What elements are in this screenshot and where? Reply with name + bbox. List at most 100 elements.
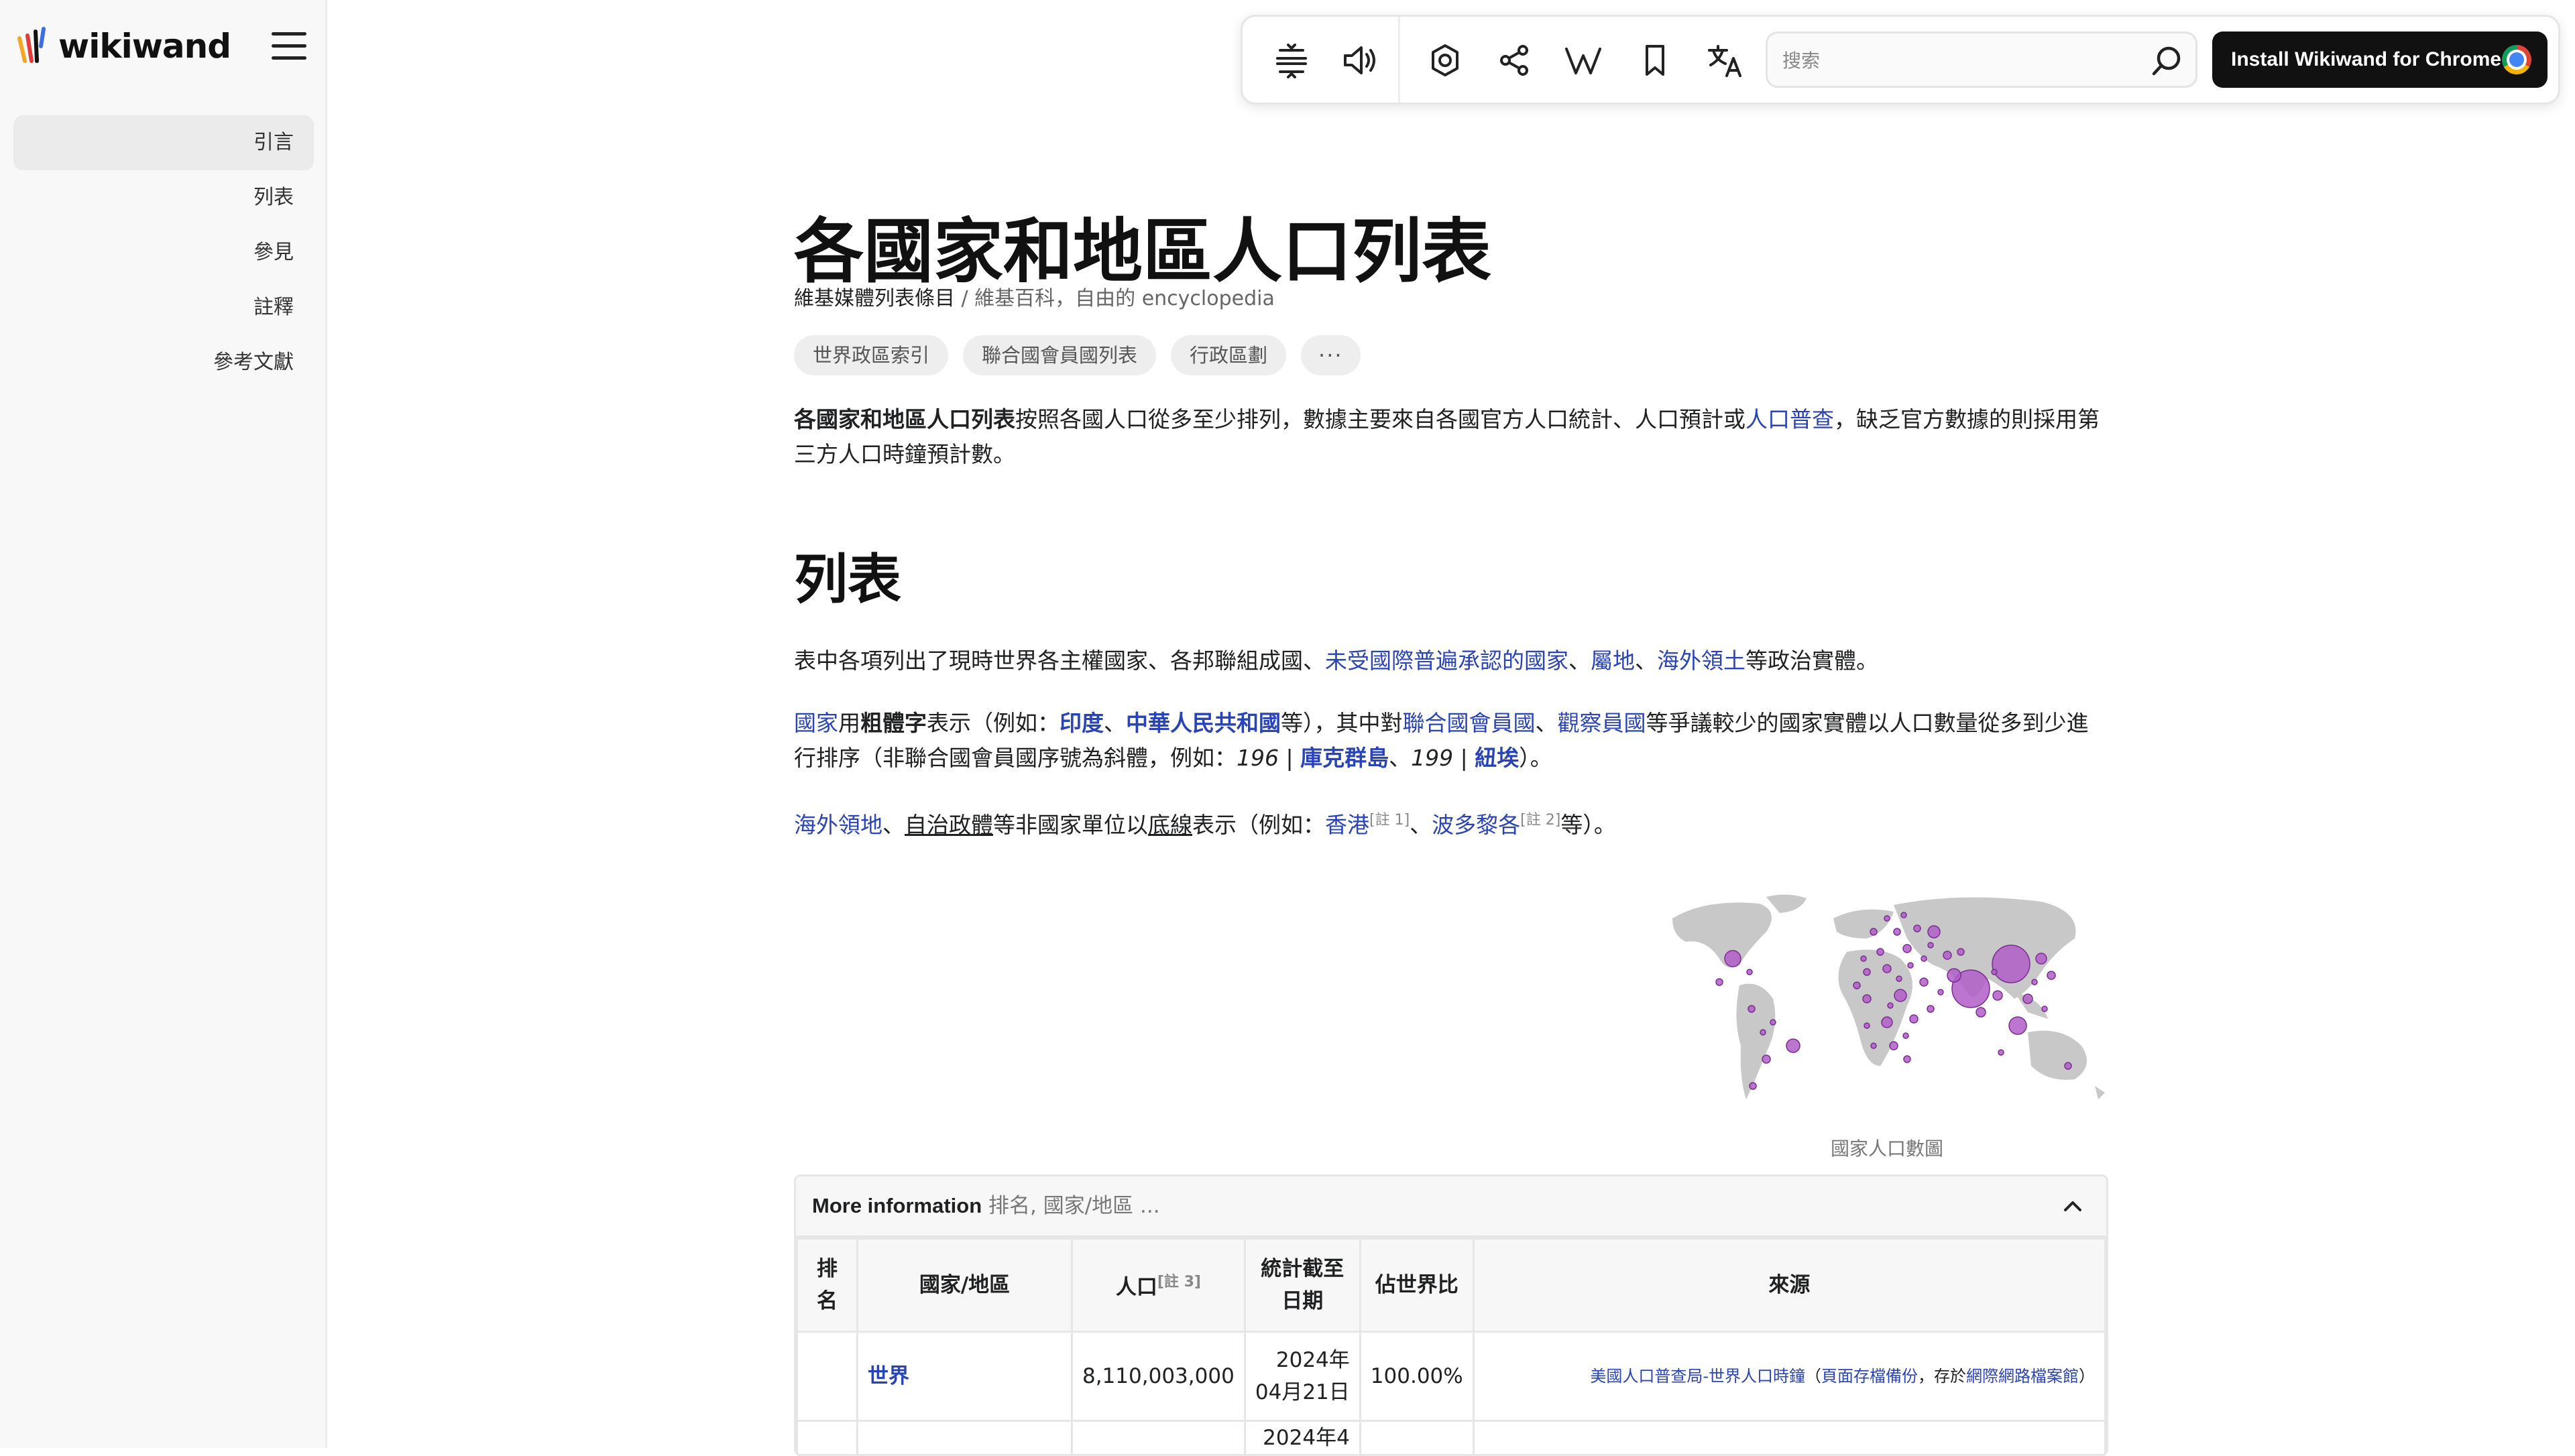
link-overseas-land[interactable]: 海外領地 bbox=[794, 812, 882, 838]
table-collapse-header[interactable]: More information 排名, 國家/地區 ... bbox=[796, 1176, 2106, 1237]
p2-italic-196: 196 bbox=[1237, 745, 1279, 771]
p2-sep: 、 bbox=[1104, 710, 1126, 736]
subtitle-source: / 維基百科，自由的 encyclopedia bbox=[955, 287, 1275, 310]
cell-date-line-2: 04月21日 bbox=[1255, 1380, 1350, 1404]
sidebar: wikiwand 引言 列表 參見 註釋 參考文獻 bbox=[0, 0, 327, 1448]
link-niue[interactable]: 紐埃 bbox=[1475, 745, 1519, 771]
table-header-label: More information 排名, 國家/地區 ... bbox=[812, 1176, 1160, 1235]
toc-item-intro[interactable]: 引言 bbox=[13, 115, 314, 170]
col-country[interactable]: 國家/地區 bbox=[858, 1239, 1072, 1332]
list-paragraph-1: 表中各項列出了現時世界各主權國家、各邦聯組成國、未受國際普遍承認的國家、屬地、海… bbox=[794, 644, 2108, 678]
section-heading-list: 列表 bbox=[794, 536, 901, 614]
link-country[interactable]: 國家 bbox=[794, 710, 838, 736]
p1-text: 表中各項列出了現時世界各主權國家、各邦聯組成國、 bbox=[794, 648, 1325, 674]
link-puerto-rico[interactable]: 波多黎各 bbox=[1432, 812, 1520, 838]
col-population[interactable]: 人口[註 3] bbox=[1072, 1239, 1245, 1332]
col-population-note[interactable]: [註 3] bbox=[1157, 1274, 1201, 1290]
text-density-icon[interactable] bbox=[1268, 37, 1315, 84]
subtitle-category: 維基媒體列表條目 bbox=[794, 287, 955, 310]
settings-icon[interactable] bbox=[1422, 37, 1469, 84]
toc-item-see-also[interactable]: 參見 bbox=[13, 225, 314, 280]
toc-item-notes[interactable]: 註釋 bbox=[13, 280, 314, 335]
wikiwand-logo[interactable]: wikiwand bbox=[17, 23, 231, 70]
more-info-columns: 排名, 國家/地區 ... bbox=[982, 1194, 1159, 1218]
p2-text-5: ）。 bbox=[1519, 745, 1552, 771]
table-row: 世界 8,110,003,000 2024年04月21日 100.00% 美國人… bbox=[797, 1332, 2106, 1421]
chips-more-button[interactable]: ··· bbox=[1301, 335, 1361, 375]
col-source[interactable]: 來源 bbox=[1473, 1239, 2105, 1332]
wikiwand-logo-icon bbox=[17, 26, 48, 66]
map-caption: 國家人口數圖 bbox=[1666, 1134, 2108, 1161]
chip-un-members[interactable]: 聯合國會員國列表 bbox=[963, 335, 1156, 375]
chevron-up-icon[interactable] bbox=[2059, 1193, 2086, 1219]
p2-bar-2: | bbox=[1453, 745, 1475, 771]
link-hong-kong[interactable]: 香港 bbox=[1325, 812, 1369, 838]
page-title: 各國家和地區人口列表 bbox=[794, 194, 1491, 296]
intro-text: 按照各國人口從多至少排列，數據主要來自各國官方人口統計、人口預計或 bbox=[1015, 406, 1746, 432]
page-subtitle: 維基媒體列表條目 / 維基百科，自由的 encyclopedia bbox=[794, 282, 1275, 311]
toolbar: Install Wikiwand for Chrome bbox=[1241, 15, 2560, 105]
population-map[interactable] bbox=[1666, 892, 2108, 1119]
cell-rank bbox=[797, 1421, 858, 1456]
cell-share bbox=[1360, 1421, 1473, 1456]
link-internet-archive[interactable]: 網際網路檔案館 bbox=[1966, 1367, 2079, 1386]
population-data-table: 排名 國家/地區 人口[註 3] 統計截至日期 佔世界比 來源 世界 8,110… bbox=[796, 1237, 2106, 1456]
cell-population: 8,110,003,000 bbox=[1072, 1332, 1245, 1421]
toc-item-list[interactable]: 列表 bbox=[13, 170, 314, 225]
population-table: More information 排名, 國家/地區 ... 排名 國家/地區 … bbox=[794, 1174, 2108, 1456]
search-icon[interactable] bbox=[2150, 44, 2183, 78]
search-box bbox=[1766, 32, 2197, 88]
src-text-2: ，存於 bbox=[1918, 1367, 1966, 1386]
bookmark-icon[interactable] bbox=[1632, 37, 1678, 84]
install-chrome-label: Install Wikiwand for Chrome bbox=[2231, 48, 2501, 71]
link-cook-islands[interactable]: 庫克群島 bbox=[1300, 745, 1389, 771]
cell-country: 世界 bbox=[858, 1332, 1072, 1421]
list-paragraph-2: 國家用粗體字表示（例如：印度、中華人民共和國等），其中對聯合國會員國、觀察員國等… bbox=[794, 706, 2108, 776]
p2-italic-199: 199 bbox=[1411, 745, 1453, 771]
link-un-member-states[interactable]: 聯合國會員國 bbox=[1403, 710, 1536, 736]
note-1[interactable]: [註 1] bbox=[1369, 812, 1410, 829]
link-india[interactable]: 印度 bbox=[1060, 710, 1104, 736]
p2-sep-3: 、 bbox=[1389, 745, 1411, 771]
search-input[interactable] bbox=[1781, 40, 2132, 80]
link-census[interactable]: 人口普查 bbox=[1746, 406, 1834, 432]
p2-sep-2: 、 bbox=[1536, 710, 1558, 736]
link-census-clock[interactable]: 美國人口普查局-世界人口時鐘 bbox=[1590, 1367, 1805, 1386]
menu-icon[interactable] bbox=[272, 32, 306, 62]
install-chrome-button[interactable]: Install Wikiwand for Chrome bbox=[2212, 32, 2548, 88]
link-prc[interactable]: 中華人民共和國 bbox=[1126, 710, 1281, 736]
cell-date: 2024年4 bbox=[1245, 1421, 1360, 1456]
p3-underlined-autonomous: 自治政體 bbox=[905, 812, 993, 838]
chip-world-index[interactable]: 世界政區索引 bbox=[794, 335, 948, 375]
col-as-of-date[interactable]: 統計截至日期 bbox=[1245, 1239, 1360, 1332]
p2-text-3: 等），其中對 bbox=[1281, 710, 1403, 736]
p3-sep: 、 bbox=[882, 812, 905, 838]
wikipedia-icon[interactable] bbox=[1560, 37, 1607, 84]
src-text-1: （ bbox=[1805, 1367, 1821, 1386]
chip-admin-divisions[interactable]: 行政區劃 bbox=[1171, 335, 1286, 375]
p2-bold: 粗體字 bbox=[860, 710, 927, 736]
col-world-share[interactable]: 佔世界比 bbox=[1360, 1239, 1473, 1332]
p3-text-3: 等）。 bbox=[1560, 812, 1616, 838]
list-paragraph-3: 海外領地、自治政體等非國家單位以底線表示（例如：香港[註 1]、波多黎各[註 2… bbox=[794, 803, 2108, 843]
note-2[interactable]: [註 2] bbox=[1520, 812, 1560, 829]
link-unrecognized-states[interactable]: 未受國際普遍承認的國家 bbox=[1325, 648, 1568, 674]
p1-sep: 、 bbox=[1568, 648, 1591, 674]
link-world[interactable]: 世界 bbox=[868, 1364, 909, 1388]
toc-item-references[interactable]: 參考文獻 bbox=[13, 335, 314, 390]
col-rank[interactable]: 排名 bbox=[797, 1239, 858, 1332]
link-archive-copy[interactable]: 頁面存檔備份 bbox=[1821, 1367, 1918, 1386]
link-dependencies[interactable]: 屬地 bbox=[1591, 648, 1635, 674]
cell-rank bbox=[797, 1332, 858, 1421]
p3-text: 等非國家單位以 bbox=[993, 812, 1148, 838]
link-observer-states[interactable]: 觀察員國 bbox=[1558, 710, 1646, 736]
p3-sep-2: 、 bbox=[1410, 812, 1432, 838]
share-icon[interactable] bbox=[1491, 37, 1538, 84]
cell-country bbox=[858, 1421, 1072, 1456]
speaker-icon[interactable] bbox=[1336, 37, 1383, 84]
link-overseas-territories[interactable]: 海外領土 bbox=[1657, 648, 1746, 674]
translate-icon[interactable] bbox=[1702, 37, 1749, 84]
p2-bar: | bbox=[1279, 745, 1300, 771]
cell-population bbox=[1072, 1421, 1245, 1456]
src-text-3: ） bbox=[2079, 1367, 2095, 1386]
